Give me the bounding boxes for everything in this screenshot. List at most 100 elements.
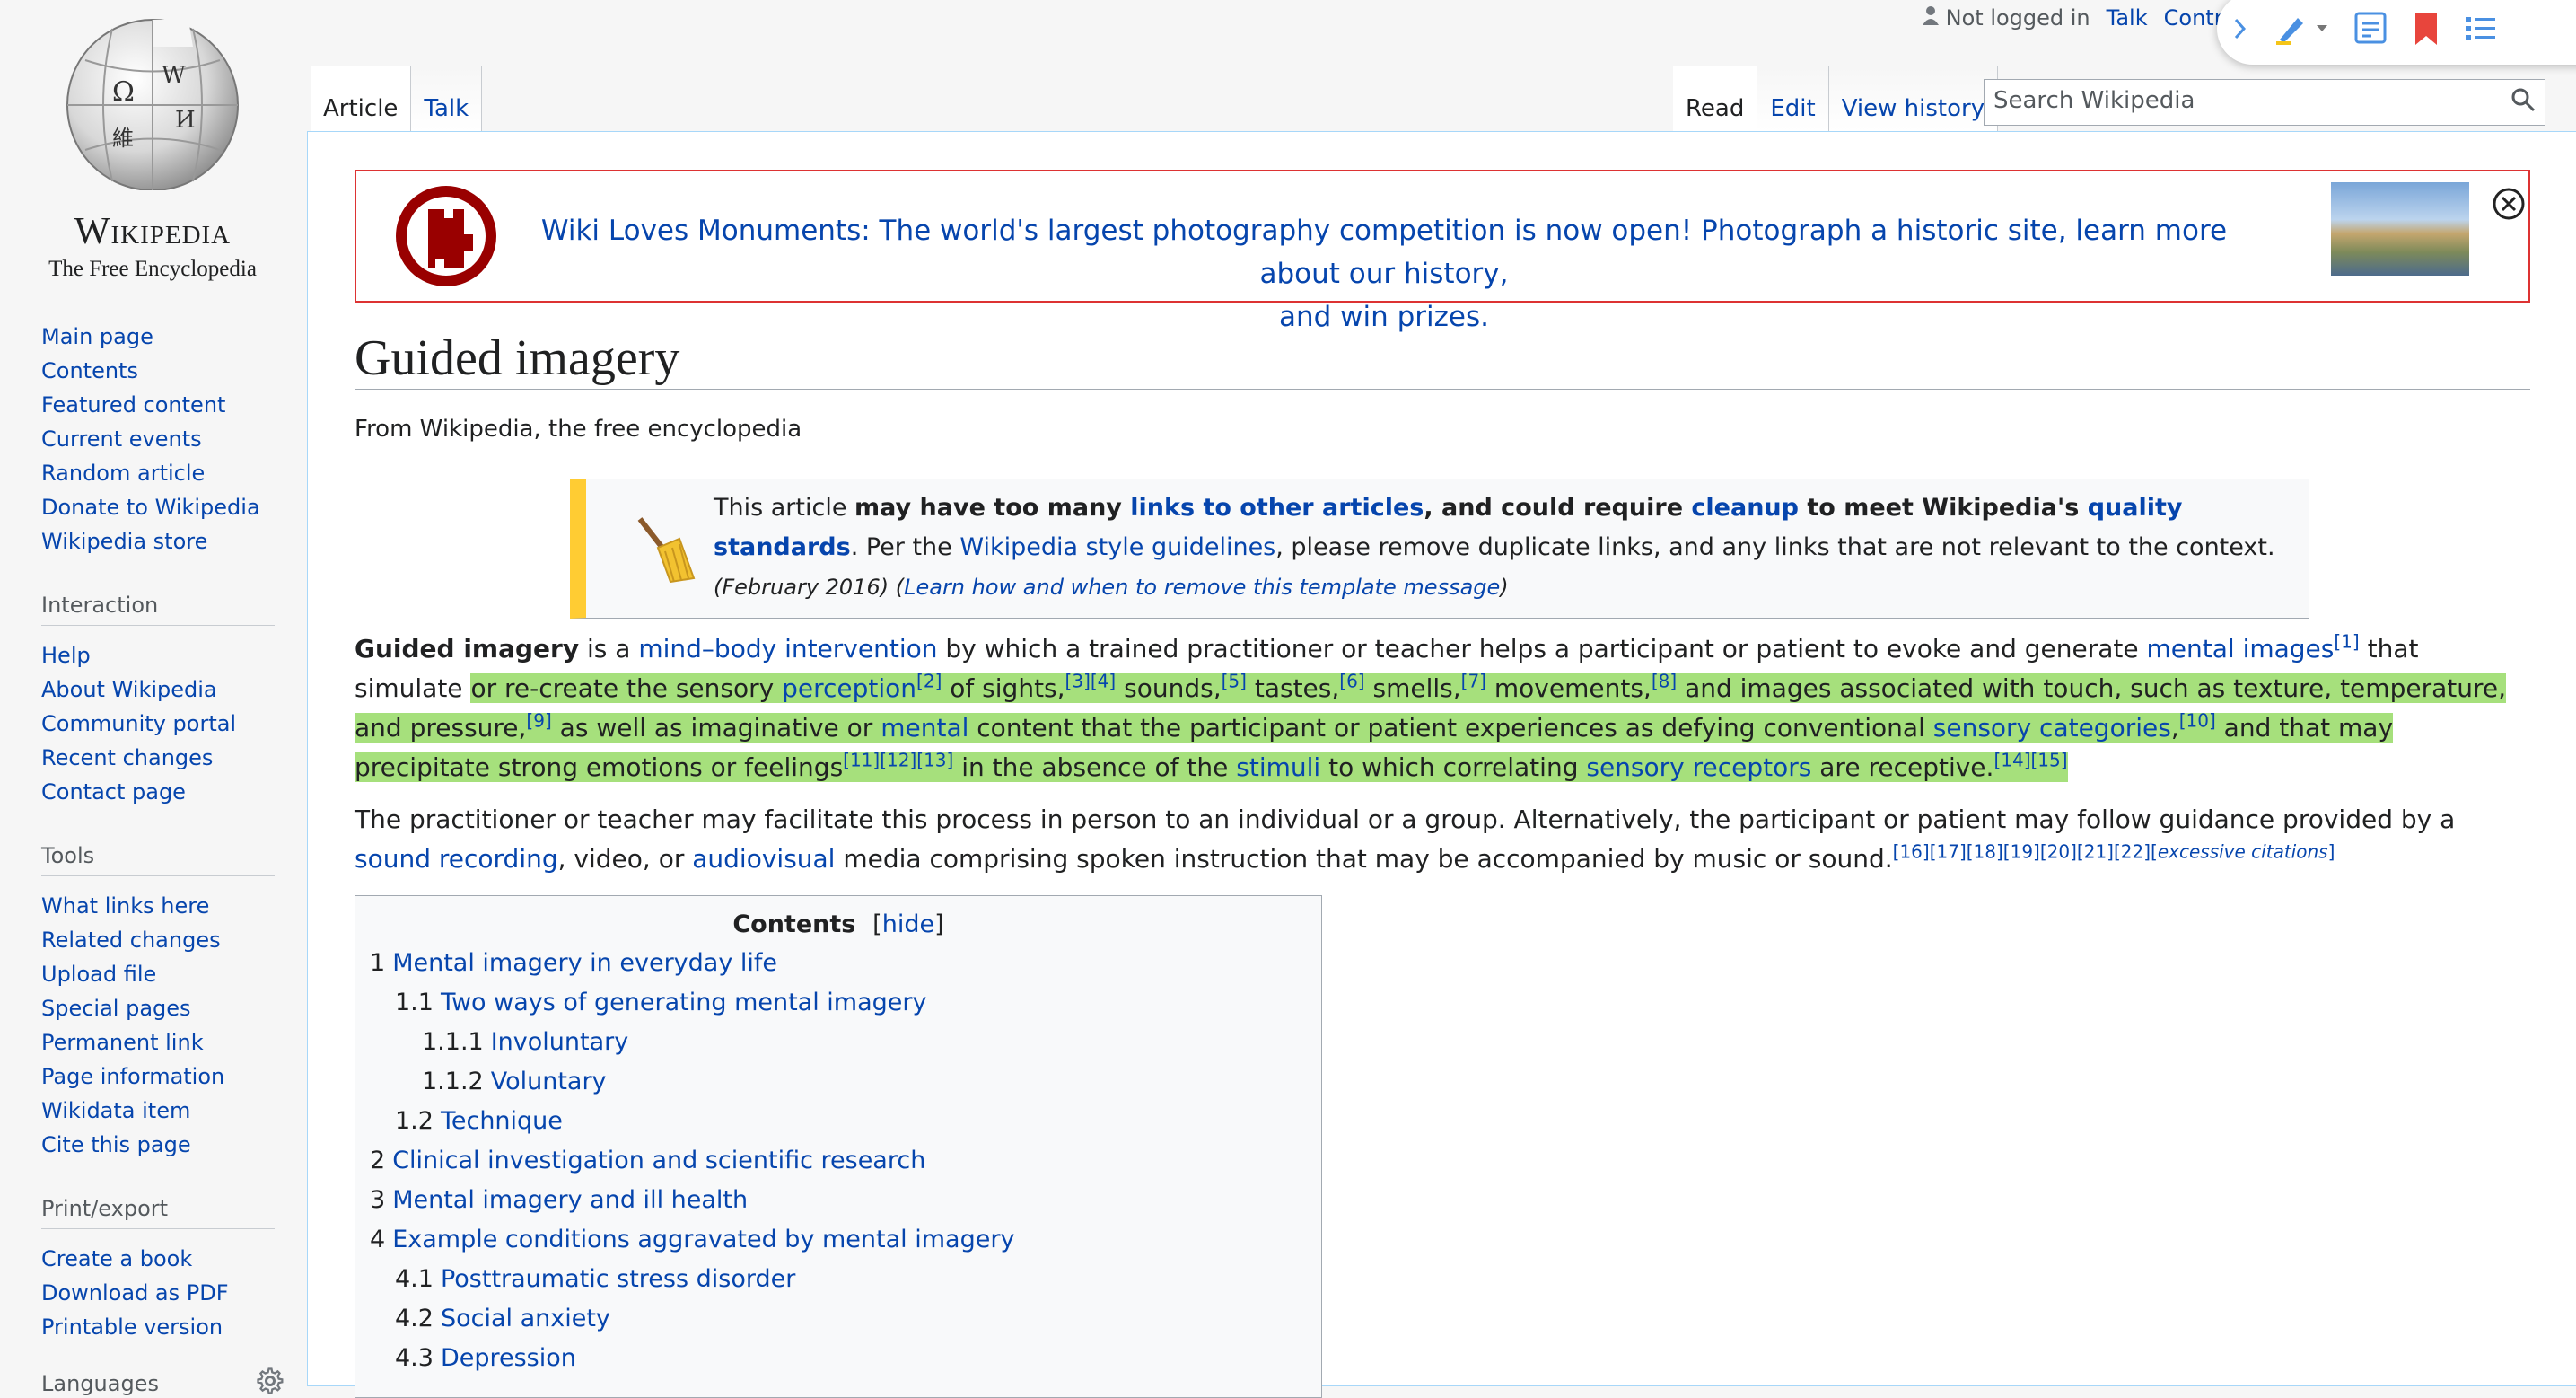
toc-item[interactable]: 2 Clinical investigation and scientific r…	[355, 1141, 1321, 1181]
chevron-right-icon[interactable]	[2233, 17, 2247, 40]
toc-link[interactable]: Voluntary	[491, 1068, 607, 1095]
citation-ref[interactable]: [8]	[1652, 671, 1677, 692]
tab-read[interactable]: Read	[1673, 66, 1758, 131]
tab-edit[interactable]: Edit	[1757, 66, 1829, 131]
citation-ref[interactable]: [7]	[1461, 671, 1486, 692]
sidebar-nav-link[interactable]: Featured content	[41, 392, 225, 418]
sidebar-interaction-link[interactable]: About Wikipedia	[41, 677, 217, 702]
link-sensory-receptors[interactable]: sensory receptors	[1586, 752, 1811, 782]
wikipedia-logo[interactable]: Ω W И 維 Wikipedia The Free Encyclopedia	[36, 11, 269, 281]
central-notice-banner[interactable]: Wiki Loves Monuments: The world's larges…	[355, 170, 2530, 333]
sidebar-print-link[interactable]: Download as PDF	[41, 1280, 229, 1306]
sidebar-heading-print: Print/export	[41, 1196, 275, 1229]
sidebar-nav-link[interactable]: Current events	[41, 426, 202, 452]
sidebar-nav-link[interactable]: Wikipedia store	[41, 529, 207, 554]
sidebar-tools-link[interactable]: Permanent link	[41, 1030, 204, 1055]
toc-item[interactable]: 3 Mental imagery and ill health	[355, 1181, 1321, 1220]
sidebar-print-link[interactable]: Printable version	[41, 1314, 223, 1340]
banner-line1[interactable]: Wiki Loves Monuments: The world's larges…	[541, 215, 2227, 290]
toc-item[interactable]: 1.2 Technique	[355, 1102, 1321, 1141]
tab-article[interactable]: Article	[311, 66, 412, 131]
citation-ref[interactable]: [3][4]	[1065, 671, 1117, 692]
toc-item[interactable]: 4.3 Depression	[355, 1339, 1321, 1378]
castle-photo	[2331, 182, 2469, 276]
sidebar-interaction-link[interactable]: Contact page	[41, 779, 186, 805]
sidebar-nav-link[interactable]: Donate to Wikipedia	[41, 495, 260, 520]
toc-item[interactable]: 1.1 Two ways of generating mental imagery	[355, 983, 1321, 1023]
sidebar-nav-link[interactable]: Main page	[41, 324, 153, 349]
toc-link[interactable]: Posttraumatic stress disorder	[441, 1265, 795, 1293]
toc-link[interactable]: Technique	[441, 1107, 563, 1135]
link-perception[interactable]: perception	[782, 673, 916, 703]
sidebar-interaction-link[interactable]: Recent changes	[41, 745, 213, 770]
link-mind-body[interactable]: mind–body intervention	[638, 634, 937, 664]
toc-link[interactable]: Involuntary	[491, 1028, 629, 1056]
citation-ref[interactable]: [16][17][18][19][20][21][22]	[1893, 841, 2151, 863]
logo-tagline: The Free Encyclopedia	[48, 257, 257, 281]
link-other-articles[interactable]: links to other articles	[1130, 494, 1424, 522]
citation-ref[interactable]: [2]	[916, 671, 942, 692]
bookmark-icon[interactable]	[2413, 11, 2440, 47]
highlighter-group[interactable]	[2273, 11, 2328, 47]
toc-link[interactable]: Mental imagery and ill health	[392, 1186, 748, 1214]
note-icon[interactable]	[2353, 11, 2388, 47]
sidebar-interaction-link[interactable]: Community portal	[41, 711, 236, 736]
toc-item[interactable]: 1.1.2 Voluntary	[355, 1062, 1321, 1102]
sidebar-tools-link[interactable]: Cite this page	[41, 1132, 191, 1157]
highlighter-icon[interactable]	[2273, 11, 2309, 47]
toc-link[interactable]: Two ways of generating mental imagery	[441, 989, 927, 1016]
toc-item[interactable]: 4.2 Social anxiety	[355, 1299, 1321, 1339]
citation-ref[interactable]: [5]	[1222, 671, 1247, 692]
sidebar-tools-link[interactable]: Wikidata item	[41, 1098, 190, 1123]
banner-line2[interactable]: and win prizes.	[1279, 301, 1489, 333]
tab-view-history[interactable]: View history	[1828, 66, 1999, 131]
link-audiovisual[interactable]: audiovisual	[692, 844, 835, 874]
sidebar-tools-link[interactable]: Upload file	[41, 962, 156, 987]
citation-ref[interactable]: [1]	[2334, 631, 2359, 653]
toc-link[interactable]: Social anxiety	[441, 1305, 610, 1332]
toc-link[interactable]: Example conditions aggravated by mental …	[392, 1226, 1014, 1253]
citation-ref[interactable]: [6]	[1339, 671, 1364, 692]
toc-item[interactable]: 4 Example conditions aggravated by mental…	[355, 1220, 1321, 1260]
link-sound-recording[interactable]: sound recording	[355, 844, 558, 874]
toc-link[interactable]: Clinical investigation and scientific re…	[392, 1147, 925, 1174]
sidebar-tools-link[interactable]: What links here	[41, 893, 209, 919]
toc-item[interactable]: 1 Mental imagery in everyday life	[355, 944, 1321, 983]
citation-ref[interactable]: [10]	[2179, 710, 2216, 732]
sidebar-nav-link[interactable]: Contents	[41, 358, 138, 383]
link-stimuli[interactable]: stimuli	[1236, 752, 1320, 782]
sidebar-nav-link[interactable]: Random article	[41, 461, 205, 486]
sidebar-tools-link[interactable]: Related changes	[41, 928, 221, 953]
link-mental-images[interactable]: mental images	[2147, 634, 2335, 664]
citation-ref[interactable]: [11][12][13]	[843, 750, 953, 771]
citation-ref[interactable]: [9]	[526, 710, 551, 732]
gear-icon[interactable]	[257, 1367, 284, 1394]
link-learn-how[interactable]: Learn how and when to remove this templa…	[904, 575, 1500, 600]
sidebar-interaction-link[interactable]: Help	[41, 643, 91, 668]
notice-bold: , and could require	[1424, 494, 1692, 522]
search-input[interactable]: Search Wikipedia	[1984, 79, 2545, 126]
link-excessive-citations[interactable]: excessive citations	[2158, 841, 2328, 863]
toc-hide-link[interactable]: hide	[882, 910, 934, 938]
close-icon[interactable]	[2491, 186, 2527, 222]
link-style-guidelines[interactable]: Wikipedia style guidelines	[959, 533, 1275, 561]
talk-link[interactable]: Talk	[2107, 5, 2148, 31]
toc-link[interactable]: Mental imagery in everyday life	[392, 949, 777, 977]
toc-list: 1 Mental imagery in everyday life 1.1 Two w…	[355, 944, 1321, 1378]
list-icon[interactable]	[2465, 13, 2497, 45]
site-subtitle: From Wikipedia, the free encyclopedia	[355, 416, 802, 443]
sidebar-tools-link[interactable]: Special pages	[41, 996, 191, 1021]
citation-ref[interactable]: [14][15]	[1993, 750, 2067, 771]
link-sensory-categories[interactable]: sensory categories	[1933, 713, 2171, 743]
sidebar-tools-link[interactable]: Page information	[41, 1064, 224, 1089]
toc-link[interactable]: Depression	[441, 1344, 576, 1372]
search-icon[interactable]	[2510, 87, 2536, 112]
toc-item[interactable]: 4.1 Posttraumatic stress disorder	[355, 1260, 1321, 1299]
banner-text[interactable]: Wiki Loves Monuments: The world's larges…	[518, 209, 2250, 339]
link-mental[interactable]: mental	[881, 713, 968, 743]
chevron-down-icon[interactable]	[2316, 24, 2328, 33]
link-cleanup[interactable]: cleanup	[1691, 494, 1799, 522]
toc-item[interactable]: 1.1.1 Involuntary	[355, 1023, 1321, 1062]
sidebar-print-link[interactable]: Create a book	[41, 1246, 192, 1271]
tab-talk[interactable]: Talk	[411, 66, 483, 131]
